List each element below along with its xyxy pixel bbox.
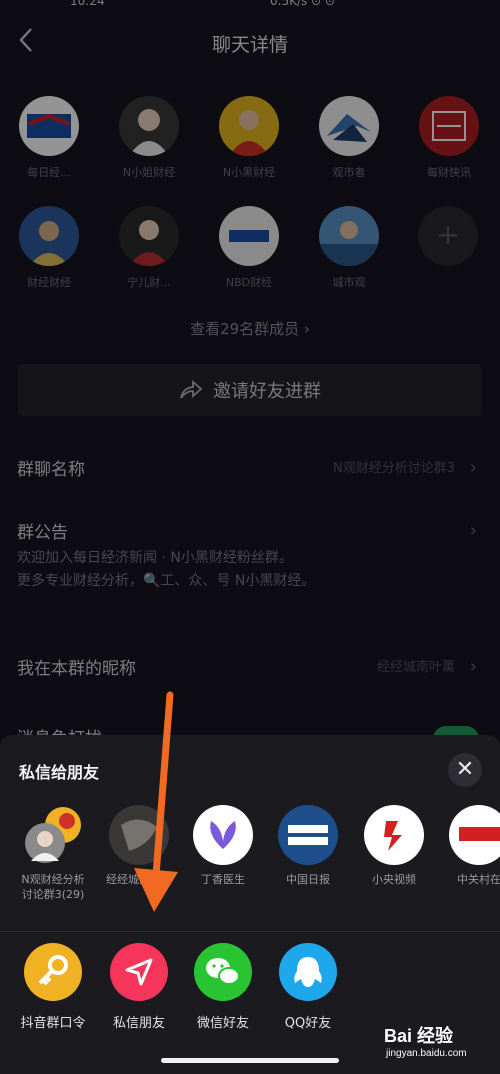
- friend-avatar: [364, 805, 424, 865]
- send-icon: [110, 943, 168, 1001]
- share-label: QQ好友: [284, 1016, 332, 1031]
- friend-avatar: [193, 805, 253, 865]
- share-qq[interactable]: QQ好友: [265, 943, 351, 1031]
- friend-item[interactable]: 中关村在: [436, 805, 500, 887]
- close-button[interactable]: ✕: [448, 753, 482, 787]
- friend-avatar: [449, 805, 500, 865]
- friend-list: N观财经分析 讨论群3(29) 经经城南叶薰 丁香医生 中国日报 小央视频 中关…: [0, 805, 500, 925]
- friend-avatar: [278, 805, 338, 865]
- watermark-url: jingyan.baidu.com: [386, 1048, 467, 1059]
- close-icon: ✕: [455, 757, 475, 782]
- friend-name: 中国日报: [286, 873, 330, 886]
- share-label: 微信好友: [196, 1016, 249, 1031]
- friend-item[interactable]: 小央视频: [351, 805, 437, 887]
- baidu-watermark: Bai 经验 jingyan.baidu.com: [382, 1018, 500, 1068]
- friend-name-line2: 讨论群3(29): [21, 888, 85, 901]
- friend-name: 小央视频: [372, 873, 416, 886]
- wechat-icon: [194, 943, 252, 1001]
- friend-name: 丁香医生: [201, 873, 245, 886]
- share-wechat[interactable]: 微信好友: [180, 943, 266, 1031]
- share-label: 私信朋友: [112, 1016, 165, 1031]
- annotation-arrow: [134, 691, 178, 912]
- share-douyin-code[interactable]: 抖音群口令: [10, 943, 96, 1031]
- friend-name: 中关村在: [457, 873, 500, 886]
- watermark-logo: Bai 经验: [384, 1026, 454, 1046]
- friend-name: N观财经分析: [21, 873, 85, 886]
- group-avatar: [23, 805, 83, 865]
- friend-item[interactable]: 中国日报: [265, 805, 351, 887]
- home-indicator[interactable]: [161, 1058, 339, 1063]
- sheet-title: 私信给朋友: [19, 763, 100, 782]
- share-private-message[interactable]: 私信朋友: [96, 943, 182, 1031]
- friend-item[interactable]: N观财经分析 讨论群3(29): [10, 805, 96, 902]
- key-icon: [24, 943, 82, 1001]
- qq-icon: [279, 943, 337, 1001]
- friend-item[interactable]: 丁香医生: [180, 805, 266, 887]
- sheet-divider: [0, 931, 500, 932]
- share-label: 抖音群口令: [20, 1016, 86, 1031]
